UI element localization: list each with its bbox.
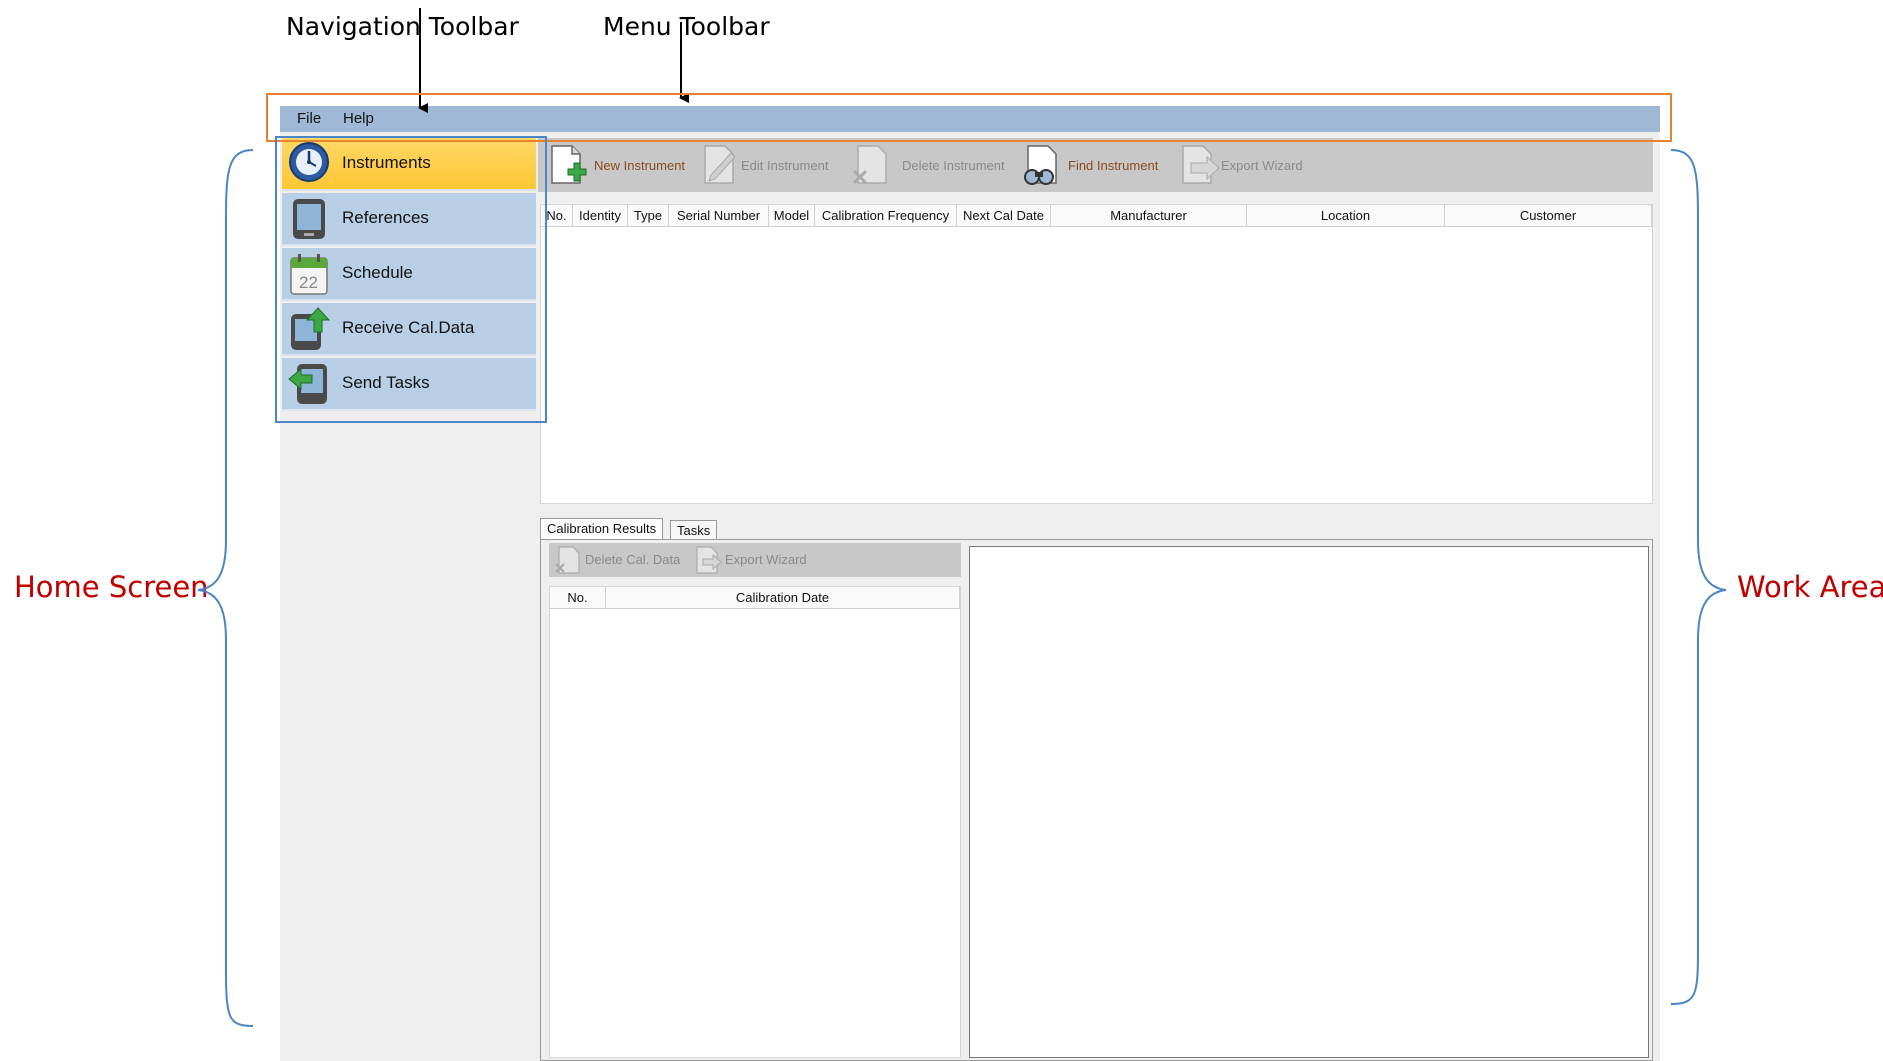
column-header[interactable]: Calibration Frequency: [815, 205, 957, 227]
nav-label-references: References: [342, 208, 429, 227]
nav-item-schedule[interactable]: 22 Schedule: [282, 248, 536, 301]
device-tablet-icon: [288, 196, 330, 242]
find-instrument-button[interactable]: Find Instrument: [1016, 140, 1171, 190]
edit-instrument-label: Edit Instrument: [741, 158, 829, 173]
export-document-icon: [693, 545, 723, 575]
export-document-icon: [1177, 143, 1221, 187]
application-window: File Help Instruments References 22 Sche…: [280, 106, 1660, 1061]
column-header[interactable]: Manufacturer: [1051, 205, 1247, 227]
delete-cal-data-button[interactable]: Delete Cal. Data: [549, 543, 684, 577]
delete-document-icon: [553, 545, 583, 575]
new-document-icon: [544, 143, 588, 187]
delete-instrument-label: Delete Instrument: [902, 158, 1005, 173]
instrument-toolbar: New Instrument Edit Instrument Delete In…: [538, 138, 1653, 192]
find-instrument-label: Find Instrument: [1068, 158, 1159, 173]
column-header[interactable]: Next Cal Date: [957, 205, 1051, 227]
work-area: New Instrument Edit Instrument Delete In…: [538, 138, 1660, 1061]
calibration-dates-table[interactable]: No. Calibration Date: [549, 586, 961, 1058]
calibration-detail-pane: [969, 546, 1649, 1058]
nav-label-schedule: Schedule: [342, 263, 413, 282]
navigation-toolbar-annotation: Navigation Toolbar: [286, 12, 519, 41]
edit-document-icon: [697, 143, 741, 187]
work-area-brace: [1670, 149, 1727, 1005]
tab-tasks[interactable]: Tasks: [670, 520, 718, 540]
receive-data-icon: [288, 306, 330, 352]
menu-file[interactable]: File: [297, 110, 321, 127]
menu-bar: File Help: [280, 106, 1660, 132]
work-area-annotation: Work Area: [1737, 570, 1883, 604]
column-header[interactable]: Type: [628, 205, 669, 227]
results-export-wizard-button[interactable]: Export Wizard: [693, 543, 813, 577]
nav-item-references[interactable]: References: [282, 193, 536, 246]
menu-help[interactable]: Help: [343, 110, 374, 127]
export-wizard-label: Export Wizard: [1221, 158, 1303, 173]
calendar-day: 22: [299, 273, 318, 292]
nav-label-send-tasks: Send Tasks: [342, 373, 430, 392]
nav-label-instruments: Instruments: [342, 153, 431, 172]
delete-instrument-button[interactable]: Delete Instrument: [846, 140, 1011, 190]
results-export-wizard-label: Export Wizard: [725, 552, 807, 567]
menu-toolbar-annotation: Menu Toolbar: [603, 12, 770, 41]
delete-cal-data-label: Delete Cal. Data: [585, 552, 681, 567]
new-instrument-button[interactable]: New Instrument: [540, 140, 690, 190]
column-header[interactable]: No.: [541, 205, 573, 227]
column-header[interactable]: No.: [550, 587, 606, 609]
calibration-results-panel: Delete Cal. Data Export Wizard No. Calib…: [540, 539, 1653, 1061]
home-screen-annotation: Home Screen: [14, 570, 209, 604]
edit-instrument-button[interactable]: Edit Instrument: [693, 140, 843, 190]
column-header[interactable]: Identity: [573, 205, 628, 227]
delete-document-icon: [850, 143, 894, 187]
nav-item-instruments[interactable]: Instruments: [282, 138, 536, 191]
nav-item-send-tasks[interactable]: Send Tasks: [282, 358, 536, 411]
export-wizard-button[interactable]: Export Wizard: [1173, 140, 1313, 190]
tab-calibration-results[interactable]: Calibration Results: [540, 518, 664, 540]
instrument-gauge-icon: [288, 141, 330, 187]
column-header[interactable]: Location: [1247, 205, 1445, 227]
new-instrument-label: New Instrument: [594, 158, 686, 173]
binoculars-icon: [1020, 143, 1064, 187]
results-toolbar: Delete Cal. Data Export Wizard: [549, 543, 961, 577]
send-tasks-icon: [288, 361, 330, 407]
navigation-toolbar: Instruments References 22 Schedule Recei…: [280, 138, 538, 1061]
nav-label-receive-cal-data: Receive Cal.Data: [342, 318, 475, 337]
column-header[interactable]: Customer: [1445, 205, 1652, 227]
column-header[interactable]: Serial Number: [669, 205, 769, 227]
nav-item-receive-cal-data[interactable]: Receive Cal.Data: [282, 303, 536, 356]
column-header[interactable]: Calibration Date: [606, 587, 960, 609]
instruments-table[interactable]: No. Identity Type Serial Number Model Ca…: [540, 204, 1653, 504]
column-header[interactable]: Model: [769, 205, 815, 227]
